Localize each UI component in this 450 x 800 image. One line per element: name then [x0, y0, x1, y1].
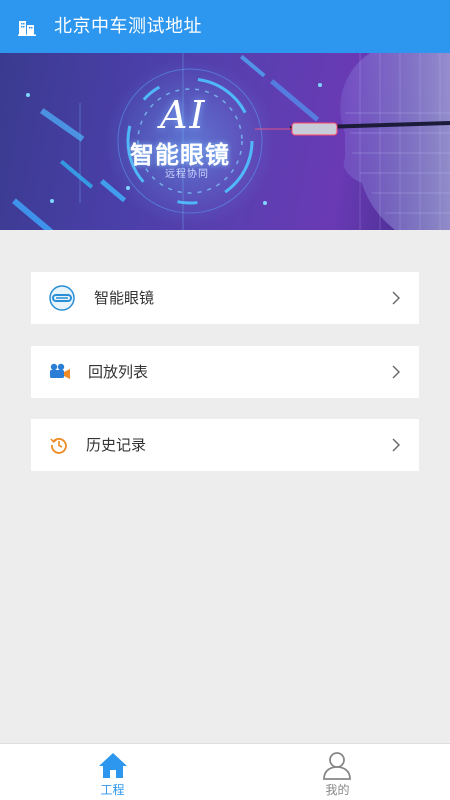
home-icon [99, 753, 127, 778]
page-title: 北京中车测试地址 [54, 16, 202, 37]
chevron-right-icon [392, 365, 400, 379]
banner-ai-text: AI [160, 93, 207, 137]
tab-mine[interactable]: 我的 [225, 744, 450, 800]
bottom-nav: 工程 我的 [0, 743, 450, 800]
menu-item-history[interactable]: 历史记录 [31, 419, 419, 471]
tab-label: 我的 [325, 783, 350, 797]
video-camera-icon [50, 363, 70, 379]
menu-item-smart-glasses[interactable]: 智能眼镜 [31, 272, 419, 324]
menu-item-label: 历史记录 [86, 436, 147, 454]
chevron-right-icon [392, 291, 400, 305]
menu-item-label: 智能眼镜 [94, 289, 155, 307]
tab-label: 工程 [100, 783, 125, 797]
menu-item-label: 回放列表 [88, 363, 149, 381]
menu-item-playback-list[interactable]: 回放列表 [31, 346, 419, 398]
chevron-right-icon [392, 438, 400, 452]
user-icon [323, 752, 351, 780]
tab-project[interactable]: 工程 [0, 744, 225, 800]
banner-image: AI 智能眼镜 远程协同 [0, 53, 450, 230]
history-icon [50, 438, 67, 454]
banner-subtitle: 远程协同 [165, 169, 209, 180]
building-icon [18, 21, 36, 36]
app-header: 北京中车测试地址 [0, 0, 450, 53]
glasses-icon [49, 285, 75, 311]
